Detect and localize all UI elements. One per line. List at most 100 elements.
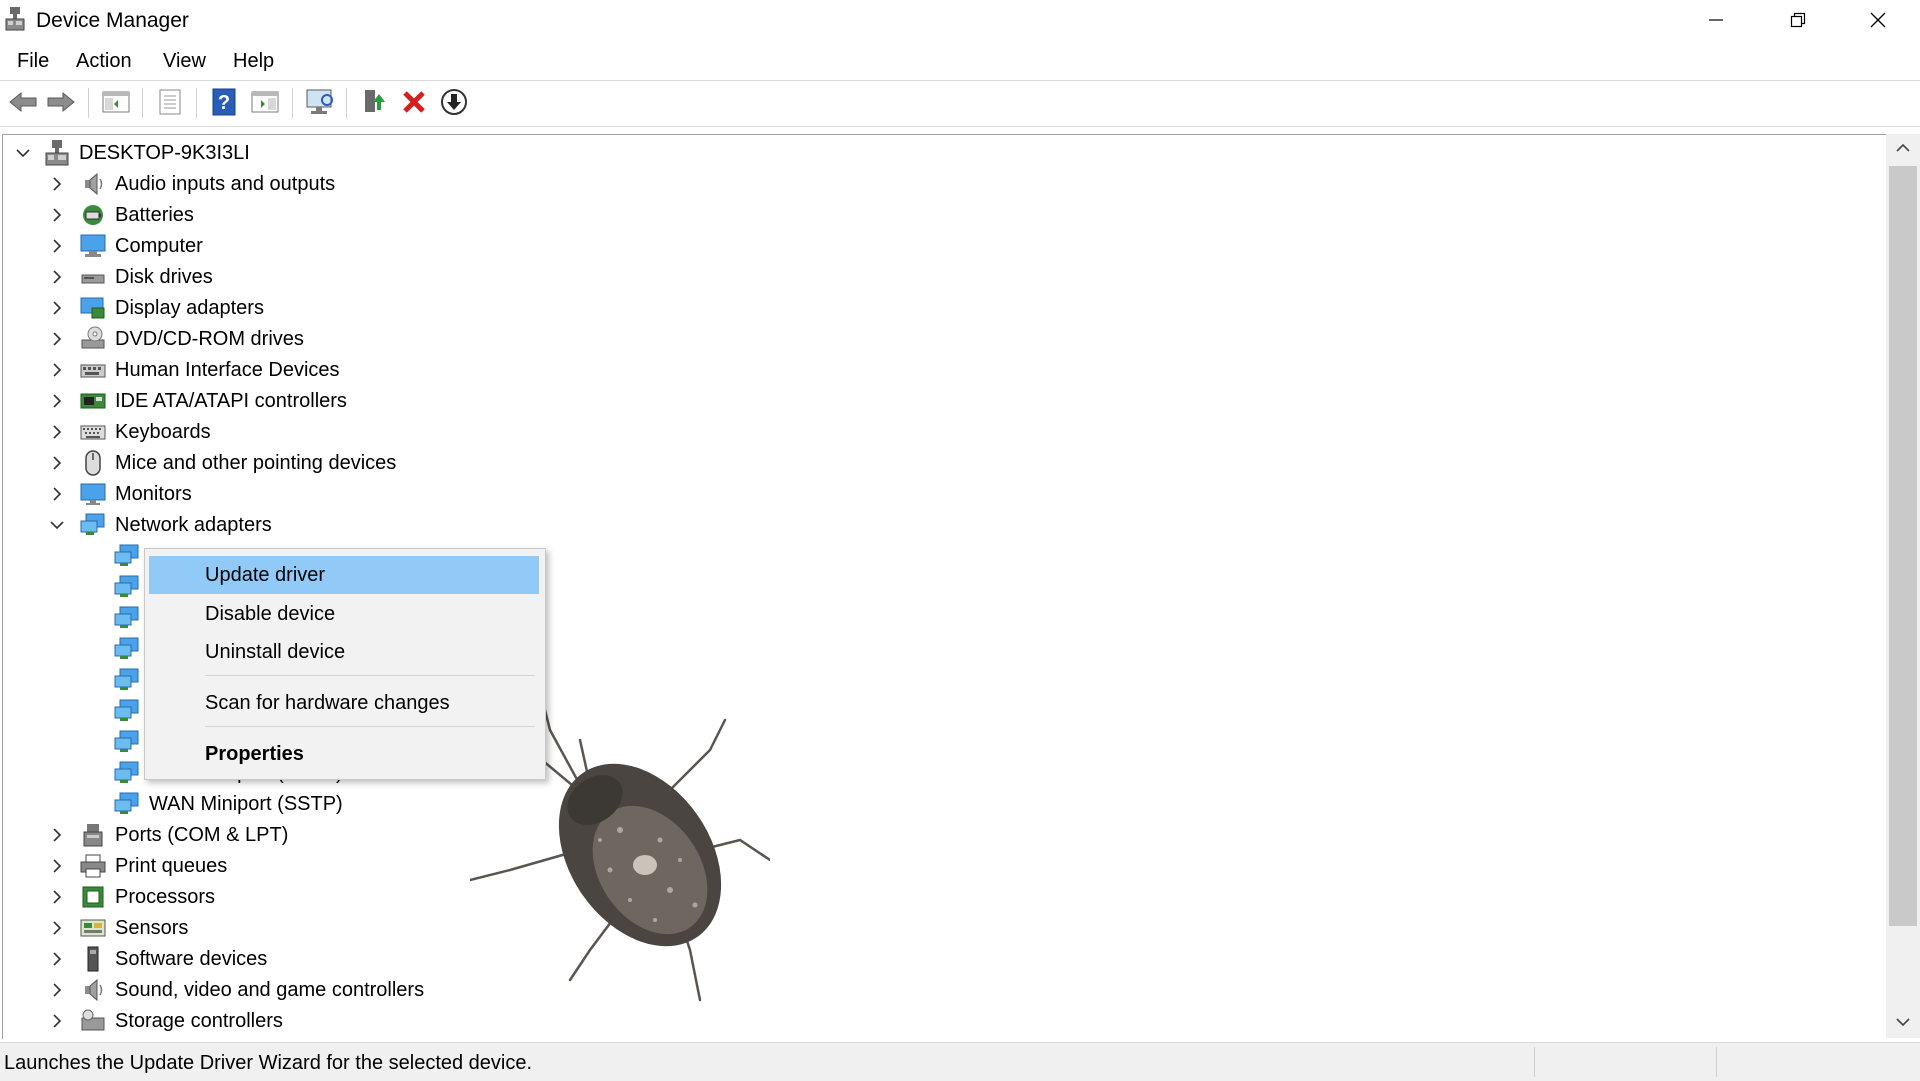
tree-network-adapter[interactable] [81,727,149,757]
properties-button[interactable] [153,84,187,120]
tree-network-adapter[interactable] [81,696,149,726]
dvd-drive-icon [79,325,107,353]
tree-category[interactable]: Keyboards [47,417,211,447]
tree-category[interactable]: Sensors [47,913,188,943]
chevron-right-icon[interactable] [47,856,67,876]
tree-category[interactable]: Print queues [47,851,227,881]
tree-category[interactable]: Audio inputs and outputs [47,169,335,199]
menu-item-uninstall-device[interactable]: Uninstall device [149,633,539,671]
tree-network-adapter[interactable]: WAN Miniport (SSTP) [81,789,343,819]
scrollbar-thumb[interactable] [1889,166,1917,926]
chevron-right-icon[interactable] [47,918,67,938]
restore-icon [1790,12,1806,28]
tree-category[interactable]: IDE ATA/ATAPI controllers [47,386,347,416]
toolbar-separator [142,88,143,118]
vertical-scrollbar[interactable] [1886,134,1920,1038]
tree-category[interactable]: Storage controllers [47,1006,283,1036]
menu-item-properties[interactable]: Properties [149,735,539,773]
tree-category[interactable]: Mice and other pointing devices [47,448,396,478]
action-pane-button[interactable] [248,84,282,120]
chevron-down-icon[interactable] [13,143,33,163]
chevron-right-icon[interactable] [47,298,67,318]
tree-category-label: Computer [115,234,203,257]
computer-root-icon [43,139,71,167]
chevron-right-icon[interactable] [47,236,67,256]
tree-category[interactable]: Network adapters [47,510,272,540]
chevron-right-icon[interactable] [47,391,67,411]
action-pane-icon [251,91,279,113]
back-button[interactable] [6,84,40,120]
update-driver-button[interactable] [357,84,391,120]
menu-view[interactable]: View [163,50,206,73]
uninstall-button[interactable] [397,84,431,120]
chevron-right-icon[interactable] [47,329,67,349]
status-text: Launches the Update Driver Wizard for th… [4,1052,533,1074]
tree-category[interactable]: Human Interface Devices [47,355,340,385]
scan-hardware-button[interactable] [303,84,337,120]
tree-category[interactable]: Monitors [47,479,192,509]
toolbar-separator [196,88,197,118]
enable-device-button[interactable] [437,84,471,120]
menu-item-scan-hardware[interactable]: Scan for hardware changes [149,684,539,722]
status-divider [1716,1047,1717,1077]
menu-item-update-driver[interactable]: Update driver [149,556,539,594]
tree-root[interactable]: DESKTOP-9K3I3LI [13,138,250,168]
tree-network-adapter[interactable] [81,634,149,664]
restore-button[interactable] [1758,0,1838,40]
network-adapter-icon [113,666,141,694]
tree-network-adapter[interactable] [81,572,149,602]
keyboard-icon [79,418,107,446]
chevron-down-icon [1896,1018,1910,1027]
scroll-down-button[interactable] [1886,1008,1920,1036]
menu-item-disable-device[interactable]: Disable device [149,595,539,633]
menu-divider [0,80,1920,81]
chevron-right-icon[interactable] [47,484,67,504]
chevron-right-icon[interactable] [47,825,67,845]
minimize-button[interactable] [1676,0,1756,40]
mouse-icon [79,449,107,477]
chevron-right-icon[interactable] [47,174,67,194]
tree-category[interactable]: Software devices [47,944,267,974]
chevron-right-icon[interactable] [47,422,67,442]
tree-network-adapter[interactable] [81,603,149,633]
computer-icon [79,232,107,260]
tree-category[interactable]: Batteries [47,200,194,230]
chevron-right-icon[interactable] [47,1011,67,1031]
back-icon [9,91,37,113]
menu-separator [205,726,535,727]
tree-category[interactable]: Ports (COM & LPT) [47,820,288,850]
tree-category-label: Keyboards [115,420,211,443]
tree-category[interactable]: Processors [47,882,215,912]
network-adapter-icon [113,635,141,663]
close-button[interactable] [1838,0,1918,40]
menu-help[interactable]: Help [233,50,274,73]
chevron-right-icon[interactable] [47,949,67,969]
menu-file[interactable]: File [17,50,49,73]
chevron-right-icon[interactable] [47,453,67,473]
chevron-right-icon[interactable] [47,887,67,907]
help-button[interactable]: ? [207,84,241,120]
console-tree-button[interactable] [99,84,133,120]
chevron-right-icon[interactable] [47,205,67,225]
chevron-right-icon[interactable] [47,360,67,380]
tree-category-label: Print queues [115,854,228,877]
tree-category[interactable]: Sound, video and game controllers [47,975,424,1005]
scroll-up-button[interactable] [1886,134,1920,162]
chevron-right-icon[interactable] [47,267,67,287]
tree-network-adapter[interactable] [81,665,149,695]
chevron-right-icon[interactable] [47,980,67,1000]
tree-category[interactable]: Disk drives [47,262,213,292]
speaker-icon [79,170,107,198]
tree-category[interactable]: DVD/CD-ROM drives [47,324,304,354]
sensor-icon [79,914,107,942]
display-adapter-icon [79,294,107,322]
forward-button[interactable] [44,84,78,120]
tree-category[interactable]: Computer [47,231,203,261]
speaker-icon [79,976,107,1004]
tree-category-label: Storage controllers [115,1009,283,1032]
tree-network-adapter[interactable] [81,541,149,571]
tree-category[interactable]: Display adapters [47,293,264,323]
chevron-down-icon[interactable] [47,515,67,535]
menu-action[interactable]: Action [76,50,132,73]
toolbar-separator [88,88,89,118]
